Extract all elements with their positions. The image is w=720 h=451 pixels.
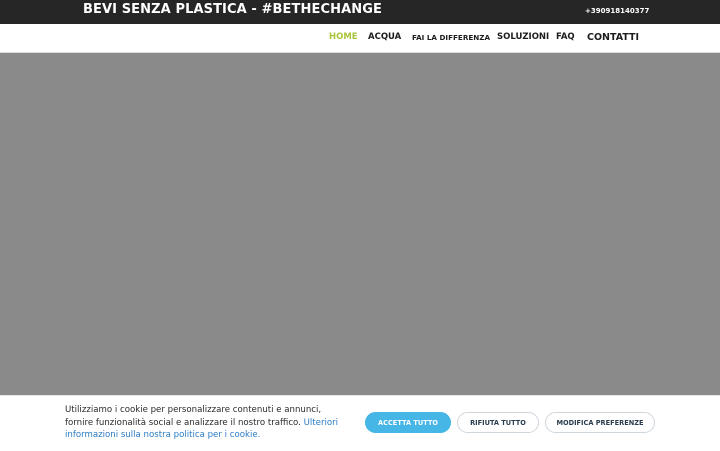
- top-bar: BEVI SENZA PLASTICA - #BETHECHANGE +3909…: [0, 0, 720, 24]
- nav-item-faq[interactable]: FAQ: [556, 32, 575, 42]
- nav-item-home[interactable]: HOME: [329, 32, 358, 42]
- accept-all-button[interactable]: ACCETTA TUTTO: [365, 412, 451, 433]
- nav-item-fai-la-differenza[interactable]: FAI LA DIFFERENZA: [412, 33, 490, 42]
- cookie-message-text: Utilizziamo i cookie per personalizzare …: [65, 405, 322, 428]
- site-title[interactable]: BEVI SENZA PLASTICA - #BETHECHANGE: [83, 2, 382, 17]
- nav-item-soluzioni[interactable]: SOLUZIONI: [497, 32, 549, 42]
- nav-item-acqua[interactable]: ACQUA: [368, 32, 401, 42]
- main-navigation: HOME ACQUA FAI LA DIFFERENZA SOLUZIONI F…: [0, 24, 720, 53]
- reject-all-button[interactable]: RIFIUTA TUTTO: [457, 412, 539, 433]
- cookie-message: Utilizziamo i cookie per personalizzare …: [65, 404, 350, 442]
- hero-section: [0, 53, 720, 367]
- phone-link[interactable]: +390918140377: [585, 7, 649, 15]
- nav-item-contatti[interactable]: CONTATTI: [587, 32, 639, 43]
- modify-preferences-button[interactable]: MODIFICA PREFERENZE: [545, 412, 655, 433]
- cookie-banner: Utilizziamo i cookie per personalizzare …: [0, 395, 720, 451]
